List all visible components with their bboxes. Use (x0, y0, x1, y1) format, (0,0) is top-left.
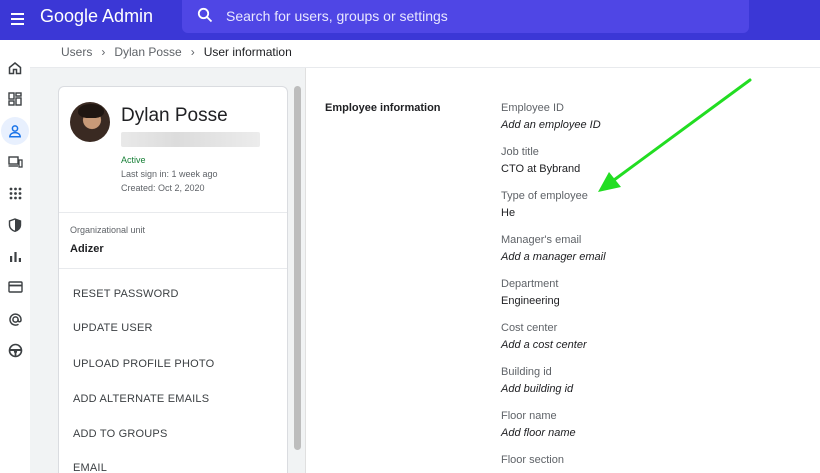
building-id-label: Building id (501, 366, 552, 378)
cost-center-value[interactable]: Add a cost center (501, 339, 587, 351)
manager-email-value[interactable]: Add a manager email (501, 251, 606, 263)
security-shield-icon (8, 218, 22, 232)
search-input[interactable] (226, 5, 726, 27)
employee-type-value: He (501, 207, 516, 219)
card-divider (59, 212, 287, 213)
status-badge: Active (121, 155, 146, 165)
breadcrumb-current: User information (203, 45, 292, 59)
search-icon (197, 7, 213, 23)
job-title-value: CTO at Bybrand (501, 163, 581, 175)
rail-item-billing[interactable] (1, 273, 29, 301)
job-title-label: Job title (501, 146, 539, 158)
user-icon (8, 125, 22, 138)
at-sign-icon (8, 312, 22, 326)
support-steering-icon (8, 343, 22, 357)
employee-type-label: Type of employee (501, 190, 588, 202)
top-app-bar: Google Admin (0, 0, 820, 40)
building-id-value[interactable]: Add building id (501, 383, 573, 395)
card-divider (59, 268, 287, 269)
rail-item-security[interactable] (1, 211, 29, 239)
rail-item-dashboard[interactable] (1, 85, 29, 113)
billing-card-icon (7, 281, 23, 293)
employee-id-value[interactable]: Add an employee ID (501, 119, 601, 131)
employee-info-title: Employee information (325, 102, 441, 114)
rail-item-devices[interactable] (1, 148, 29, 176)
employee-id-label: Employee ID (501, 102, 564, 114)
department-label: Department (501, 278, 559, 290)
email-button[interactable]: EMAIL (73, 462, 107, 473)
user-card: Dylan Posse Active Last sign in: 1 week … (58, 86, 288, 473)
panel-divider (305, 68, 306, 473)
add-alternate-emails-button[interactable]: ADD ALTERNATE EMAILS (73, 393, 209, 405)
cost-center-label: Cost center (501, 322, 558, 334)
created-date: Created: Oct 2, 2020 (121, 183, 205, 193)
left-nav-rail (0, 40, 30, 473)
rail-item-apps[interactable] (1, 179, 29, 207)
add-to-groups-button[interactable]: ADD TO GROUPS (73, 428, 168, 440)
email-redacted (121, 132, 260, 147)
reports-chart-icon (9, 251, 21, 262)
devices-icon (7, 156, 23, 168)
apps-icon (9, 187, 21, 199)
menu-icon[interactable] (8, 8, 28, 28)
upload-profile-photo-button[interactable]: UPLOAD PROFILE PHOTO (73, 358, 214, 370)
home-icon (8, 62, 22, 75)
floor-section-label: Floor section (501, 454, 564, 466)
reset-password-button[interactable]: RESET PASSWORD (73, 288, 179, 300)
rail-item-home[interactable] (1, 54, 29, 82)
manager-email-label: Manager's email (501, 234, 582, 246)
breadcrumb-separator: › (101, 45, 106, 59)
rail-item-domains[interactable] (1, 305, 29, 333)
last-sign-in: Last sign in: 1 week ago (121, 169, 218, 179)
breadcrumb: Users › Dylan Posse › User information (61, 45, 292, 59)
rail-item-reports[interactable] (1, 242, 29, 270)
org-unit-label: Organizational unit (70, 225, 146, 235)
org-unit-value: Adizer (70, 243, 104, 255)
dashboard-icon (8, 92, 22, 106)
search-bar[interactable] (182, 0, 749, 33)
breadcrumb-separator: › (190, 45, 195, 59)
breadcrumb-user[interactable]: Dylan Posse (114, 45, 181, 59)
breadcrumb-users[interactable]: Users (61, 45, 92, 59)
floor-name-value[interactable]: Add floor name (501, 427, 576, 439)
rail-item-users[interactable] (1, 117, 29, 145)
user-name: Dylan Posse (121, 105, 228, 126)
rail-item-support[interactable] (1, 336, 29, 364)
app-title[interactable]: Google Admin (40, 5, 153, 27)
scrollbar-thumb[interactable] (294, 86, 301, 450)
update-user-button[interactable]: UPDATE USER (73, 322, 153, 334)
avatar[interactable] (70, 102, 110, 142)
floor-name-label: Floor name (501, 410, 557, 422)
department-value: Engineering (501, 295, 560, 307)
